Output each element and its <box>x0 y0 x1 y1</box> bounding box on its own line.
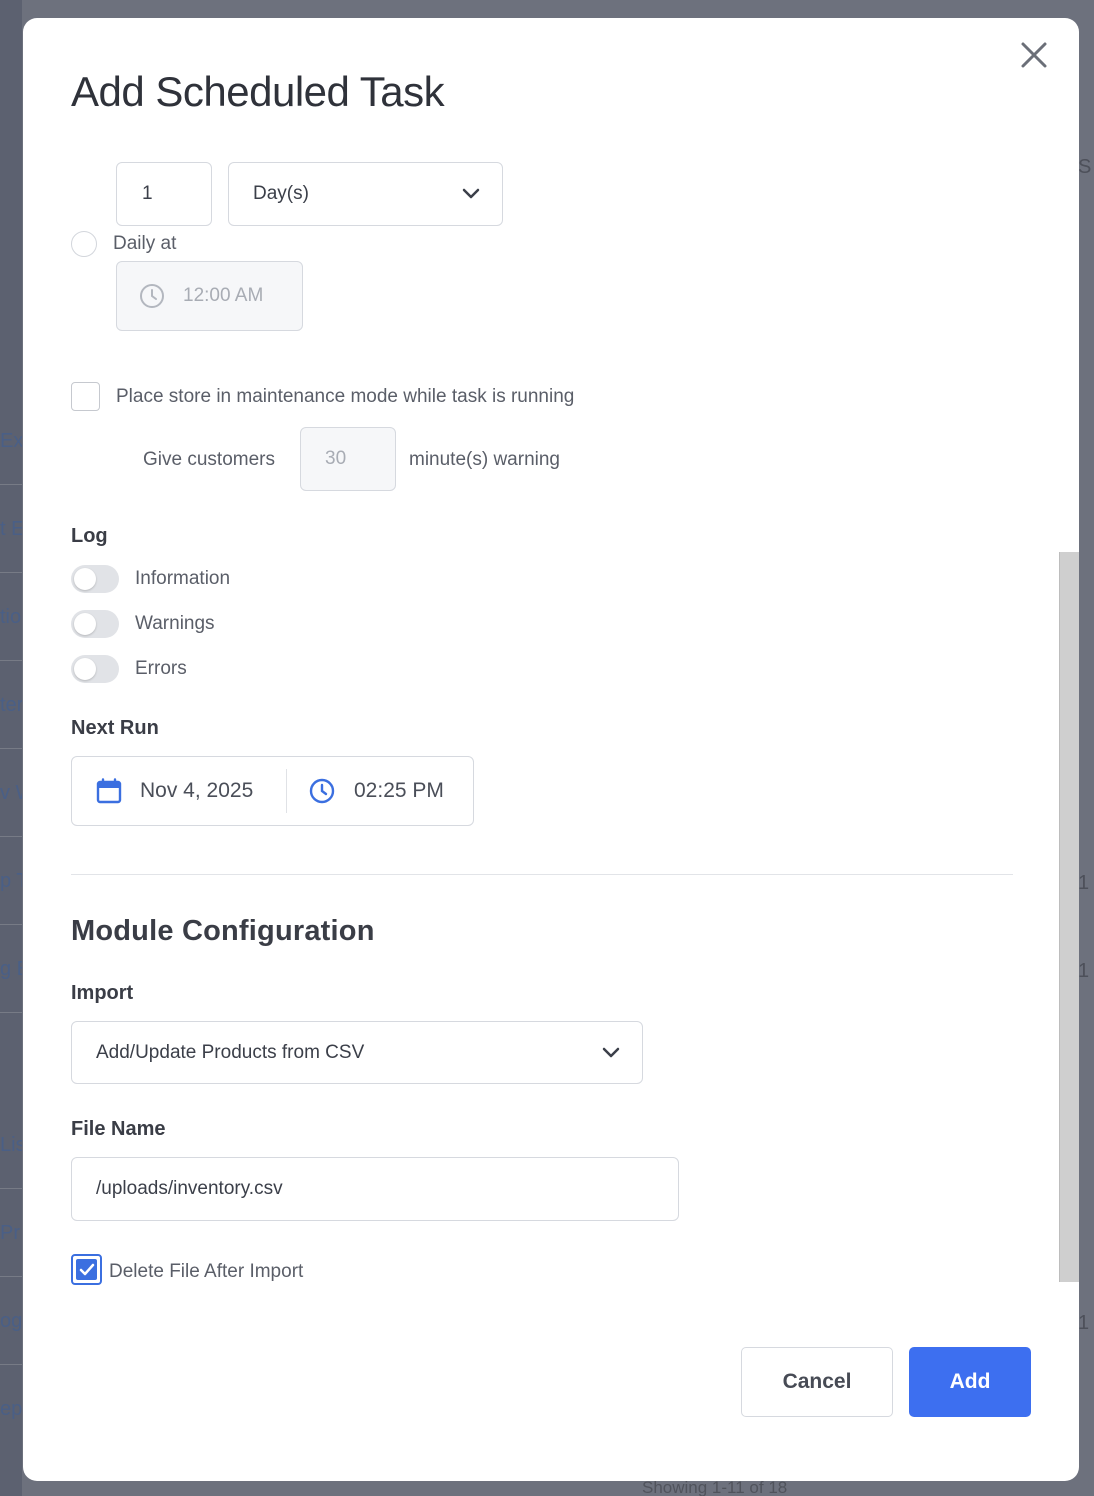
next-run-date-field[interactable]: Nov 4, 2025 <box>72 757 286 825</box>
cancel-button[interactable]: Cancel <box>741 1347 893 1417</box>
toggle-knob <box>74 613 96 635</box>
chevron-down-icon <box>462 188 480 199</box>
background-row-text: Pr <box>0 1222 20 1244</box>
interval-unit-text: Day(s) <box>253 183 309 204</box>
background-row-text: og <box>0 1310 22 1332</box>
import-select-value: Add/Update Products from CSV <box>96 1041 365 1063</box>
log-information-label: Information <box>135 568 231 589</box>
background-row-text: tio <box>0 606 22 628</box>
daily-at-radio[interactable] <box>71 231 97 257</box>
section-divider <box>71 874 1013 875</box>
clock-icon <box>309 778 335 804</box>
daily-time-text: 12:00 AM <box>183 285 264 306</box>
next-run-picker: Nov 4, 2025 02:25 PM <box>71 756 474 826</box>
file-name-label: File Name <box>71 1118 166 1140</box>
background-right-text: 1 <box>1078 1312 1090 1334</box>
toggle-knob <box>74 568 96 590</box>
next-run-time-text: 02:25 PM <box>354 779 444 802</box>
maintenance-mode-checkbox[interactable] <box>71 382 100 411</box>
warning-minutes-input[interactable]: 30 <box>300 427 396 491</box>
daily-time-input[interactable]: 12:00 AM <box>116 261 303 331</box>
log-warnings-label: Warnings <box>135 613 215 634</box>
checkmark-icon <box>79 1263 94 1275</box>
delete-file-checkbox[interactable] <box>71 1254 102 1285</box>
log-errors-toggle[interactable] <box>71 655 119 683</box>
delete-file-label: Delete File After Import <box>109 1261 304 1282</box>
import-select[interactable]: Add/Update Products from CSV <box>71 1021 643 1084</box>
interval-value-input[interactable]: 1 <box>116 162 212 226</box>
background-row-divider <box>0 924 22 925</box>
background-row-divider <box>0 1012 22 1013</box>
maintenance-mode-label: Place store in maintenance mode while ta… <box>116 386 575 407</box>
warning-minutes-placeholder: 30 <box>325 448 347 469</box>
interval-unit-select[interactable]: Day(s) <box>228 162 503 226</box>
background-row-text: epo <box>0 1398 22 1420</box>
background-row-divider <box>0 748 22 749</box>
interval-value-text: 1 <box>142 183 153 204</box>
next-run-time-field[interactable]: 02:25 PM <box>287 757 475 825</box>
module-configuration-heading: Module Configuration <box>71 915 375 947</box>
background-row-divider <box>0 836 22 837</box>
background-row-divider <box>0 1276 22 1277</box>
chevron-down-icon <box>602 1047 620 1057</box>
background-row-divider <box>0 660 22 661</box>
background-row-text: Ex <box>0 430 22 452</box>
background-row-text: p T <box>0 870 22 892</box>
background-row-text: Lis <box>0 1134 22 1156</box>
file-name-value: /uploads/inventory.csv <box>96 1178 283 1199</box>
log-information-toggle[interactable] <box>71 565 119 593</box>
add-button[interactable]: Add <box>909 1347 1031 1417</box>
calendar-icon <box>96 778 122 804</box>
background-row-divider <box>0 1188 22 1189</box>
next-run-date-text: Nov 4, 2025 <box>140 779 254 802</box>
warning-suffix-label: minute(s) warning <box>409 449 560 470</box>
file-name-input[interactable]: /uploads/inventory.csv <box>71 1157 679 1221</box>
daily-at-label: Daily at <box>113 233 177 254</box>
background-right-text: 1 <box>1078 872 1090 894</box>
clock-icon <box>140 284 164 308</box>
log-warnings-toggle[interactable] <box>71 610 119 638</box>
import-label: Import <box>71 982 134 1004</box>
add-scheduled-task-dialog: Add Scheduled Task 1 Day(s) Daily at 12:… <box>23 18 1079 1481</box>
background-row-divider <box>0 484 22 485</box>
dialog-scrollbar[interactable] <box>1059 552 1079 1282</box>
close-button[interactable] <box>1017 38 1051 72</box>
log-errors-label: Errors <box>135 658 187 679</box>
next-run-heading: Next Run <box>71 717 159 739</box>
background-row-text: v W <box>0 782 22 804</box>
log-heading: Log <box>71 525 108 547</box>
background-row-divider <box>0 572 22 573</box>
background-right-text: 1 <box>1078 960 1090 982</box>
toggle-knob <box>74 658 96 680</box>
background-row-text: ter <box>0 694 22 716</box>
background-right-text: S <box>1078 156 1092 178</box>
background-row-text: t E <box>0 518 22 540</box>
background-row-divider <box>0 1364 22 1365</box>
background-row-text: g E <box>0 958 22 980</box>
dialog-title: Add Scheduled Task <box>71 68 445 115</box>
close-icon[interactable] <box>1017 38 1051 72</box>
warning-prefix-label: Give customers <box>143 449 275 470</box>
checkbox-fill <box>76 1259 97 1280</box>
